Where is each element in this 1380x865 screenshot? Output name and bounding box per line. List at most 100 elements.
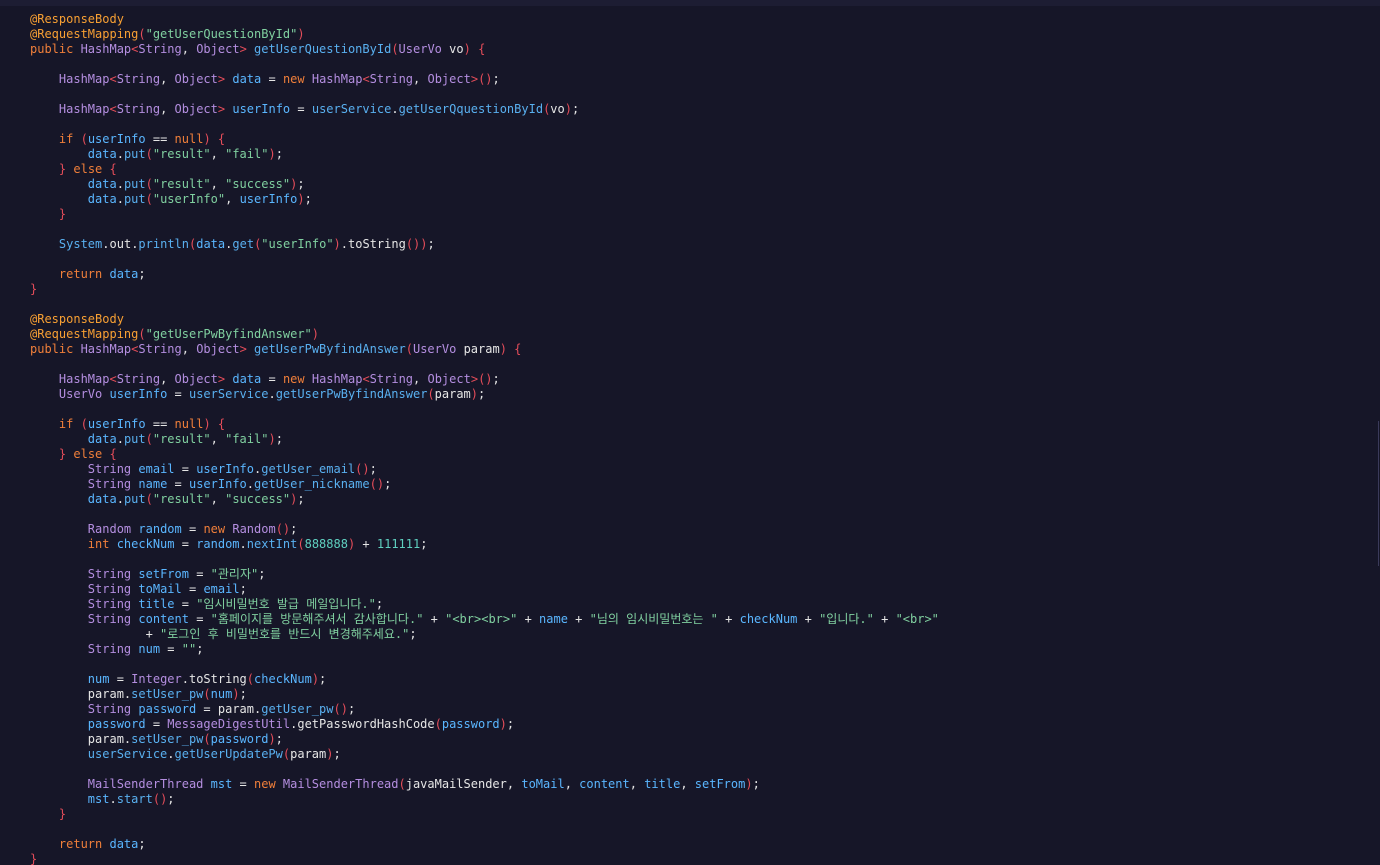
- code-token: ): [470, 387, 479, 401]
- code-token: ;: [138, 837, 146, 851]
- code-token: (: [138, 27, 146, 41]
- code-token: data: [87, 432, 117, 446]
- code-token: ,: [160, 72, 175, 86]
- code-token: content: [138, 612, 189, 626]
- code-token: setUser_pw: [131, 687, 204, 701]
- code-line: data.put("result", "fail");: [30, 432, 1360, 447]
- code-token: "fail": [225, 147, 269, 161]
- code-line: mst.start();: [30, 792, 1360, 807]
- code-token: ): [268, 147, 276, 161]
- code-token: new: [254, 777, 283, 791]
- code-token: ,: [629, 777, 645, 791]
- code-token: public: [30, 42, 81, 56]
- code-token: userInfo: [239, 192, 298, 206]
- code-token: ,: [210, 492, 226, 506]
- code-line: UserVo userInfo = userService.getUserPwB…: [30, 387, 1360, 402]
- code-token: UserVo: [412, 342, 457, 356]
- code-token: ;: [196, 642, 204, 656]
- code-token: HashMap: [80, 342, 132, 356]
- code-line: data.put("userInfo", userInfo);: [30, 192, 1360, 207]
- code-token: data: [87, 177, 117, 191]
- scrollbar-thumb[interactable]: [1378, 421, 1379, 566]
- code-token: put: [123, 432, 146, 446]
- code-token: .: [116, 492, 124, 506]
- code-token: .: [116, 147, 124, 161]
- code-token: email: [203, 582, 240, 596]
- code-line: return data;: [30, 267, 1360, 282]
- code-token: "result": [152, 147, 211, 161]
- code-token: ): [564, 102, 572, 116]
- code-token: ;: [297, 177, 305, 191]
- code-token: ): [268, 732, 276, 746]
- code-token: +: [517, 612, 540, 626]
- code-token: checkNum: [739, 612, 798, 626]
- code-line: String email = userInfo.getUser_email();: [30, 462, 1360, 477]
- code-token: new: [203, 522, 233, 536]
- code-token: Random: [87, 522, 132, 536]
- code-token: {: [217, 417, 226, 431]
- code-token: num: [138, 642, 161, 656]
- code-token: +: [567, 612, 590, 626]
- code-token: ): [311, 672, 320, 686]
- code-token: @ResponseBody: [30, 12, 124, 26]
- code-token: =: [290, 102, 312, 116]
- code-token: setFrom: [138, 567, 189, 581]
- code-token: UserVo: [398, 42, 442, 56]
- code-token: (: [203, 732, 211, 746]
- code-token: "fail": [225, 432, 269, 446]
- code-token: .: [102, 237, 110, 251]
- code-line: }: [30, 282, 1360, 297]
- code-token: ;: [304, 192, 312, 206]
- code-token: out: [109, 237, 132, 251]
- code-token: null: [174, 417, 204, 431]
- code-token: ): [333, 237, 341, 251]
- code-line: String toMail = email;: [30, 582, 1360, 597]
- code-token: Object: [174, 372, 218, 386]
- code-token: String: [87, 597, 132, 611]
- code-token: put: [123, 492, 146, 506]
- code-token: ;: [297, 492, 305, 506]
- code-token: HashMap: [58, 372, 110, 386]
- code-token: new: [282, 72, 312, 86]
- code-token: "입니다.": [819, 612, 874, 626]
- code-token: "로그인 후 비밀번호를 반드시 변경해주세요.": [160, 627, 410, 641]
- code-token: .: [167, 747, 175, 761]
- code-token: (: [398, 777, 406, 791]
- code-token: .: [109, 792, 117, 806]
- code-token: Integer: [131, 672, 182, 686]
- code-token: ;: [375, 597, 384, 611]
- code-token: String: [87, 612, 132, 626]
- code-token: ;: [369, 462, 377, 476]
- code-token: =: [188, 567, 211, 581]
- code-token: .: [268, 387, 276, 401]
- code-token: Object: [196, 342, 240, 356]
- code-line: String title = "임시비밀번호 발급 메일입니다.";: [30, 597, 1360, 612]
- code-editor[interactable]: @ResponseBody @RequestMapping("getUserQue…: [0, 0, 1380, 865]
- code-line: param.setUser_pw(num);: [30, 687, 1360, 702]
- code-token: .: [340, 237, 349, 251]
- code-token: ;: [239, 687, 247, 701]
- code-token: ): [499, 717, 507, 731]
- code-area[interactable]: @ResponseBody @RequestMapping("getUserQue…: [30, 12, 1360, 865]
- code-token: ;: [290, 522, 298, 536]
- code-token: getUserQquestionById: [398, 102, 544, 116]
- code-token: (): [369, 477, 385, 491]
- code-token: userInfo: [232, 102, 291, 116]
- code-token: random: [196, 537, 240, 551]
- code-token: ;: [333, 747, 341, 761]
- code-token: param: [456, 342, 500, 356]
- code-token: ): [745, 777, 753, 791]
- code-token: System: [58, 237, 103, 251]
